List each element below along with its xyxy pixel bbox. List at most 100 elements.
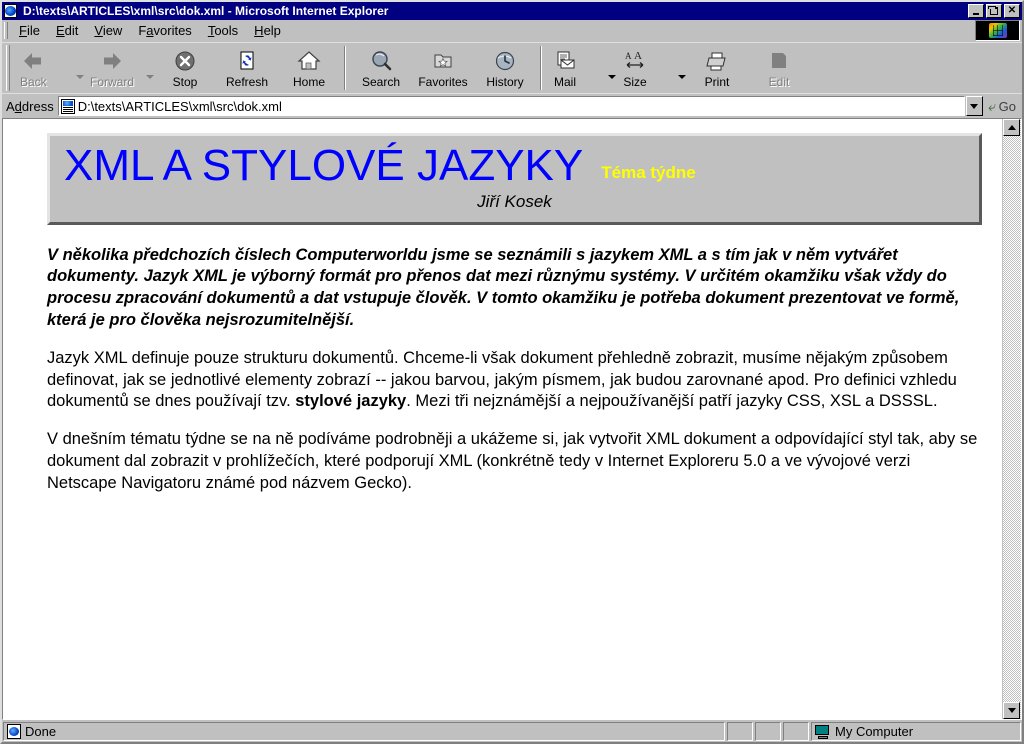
status-panel-2 [727, 722, 753, 741]
my-computer-monitor-icon [815, 724, 831, 739]
font-size-icon: A A [622, 48, 648, 74]
menu-item-file[interactable]: File [11, 21, 48, 40]
arrow-right-icon [99, 48, 125, 74]
address-input[interactable]: D:\texts\ARTICLES\xml\src\dok.xml [57, 96, 965, 116]
home-icon [296, 48, 322, 74]
history-clock-icon [492, 48, 518, 74]
menu-item-edit[interactable]: Edit [48, 21, 86, 40]
ie-document-icon[interactable] [4, 4, 20, 18]
edit-button[interactable]: Edit [748, 43, 810, 93]
mail-label: Mail [553, 75, 576, 89]
close-button[interactable]: ✕ [1004, 4, 1020, 18]
home-label: Home [292, 75, 325, 89]
history-label: History [486, 75, 524, 89]
toolbar-grip[interactable] [6, 45, 10, 91]
ie-page-icon [7, 724, 21, 739]
toolbar-separator [344, 46, 346, 90]
scroll-up-arrow-icon [1007, 125, 1016, 130]
title-bar: D:\texts\ARTICLES\xml\src\dok.xml - Micr… [2, 2, 1022, 20]
edit-label: Edit [768, 75, 790, 89]
printer-icon [704, 48, 730, 74]
print-label: Print [704, 75, 730, 89]
scroll-down-arrow-icon [1007, 708, 1016, 713]
size-label: Size [623, 75, 647, 89]
mail-menu-arrow-icon[interactable] [608, 75, 616, 79]
forward-button[interactable]: Forward [84, 43, 146, 93]
address-bar: Address D:\texts\ARTICLES\xml\src\dok.xm… [2, 93, 1022, 118]
mail-icon [552, 48, 578, 74]
stop-button[interactable]: Stop [154, 43, 216, 93]
home-button[interactable]: Home [278, 43, 340, 93]
topic-badge: Téma týdne [601, 162, 696, 182]
search-icon [368, 48, 394, 74]
edit-page-icon [766, 48, 792, 74]
banner-title-row: XML A STYLOVÉ JAZYKY Téma týdne [64, 142, 965, 190]
size-button[interactable]: A A Size [616, 43, 678, 93]
document-page: XML A STYLOVÉ JAZYKY Téma týdne Jiří Kos… [3, 119, 1002, 719]
search-button[interactable]: Search [350, 43, 412, 93]
status-message-panel: Done [3, 722, 725, 741]
author-byline: Jiří Kosek [477, 191, 552, 211]
arrow-left-icon [20, 48, 46, 74]
body-paragraph-2: Jazyk XML definuje pouze strukturu dokum… [47, 348, 982, 414]
refresh-icon [234, 48, 260, 74]
minimize-button[interactable] [968, 4, 984, 18]
favorites-button[interactable]: Favorites [412, 43, 474, 93]
mail-button[interactable]: Mail [546, 43, 608, 93]
address-dropdown-button[interactable] [965, 96, 983, 116]
menu-grip[interactable] [4, 22, 8, 39]
menu-item-favorites[interactable]: Favorites [130, 21, 199, 40]
chevron-down-icon [970, 103, 979, 109]
stop-label: Stop [172, 75, 198, 89]
svg-text:A: A [634, 50, 642, 62]
go-button[interactable]: ⤷ Go [983, 98, 1022, 115]
body-paragraph-3: V dnešním tématu týdne se na ně podíváme… [47, 430, 978, 493]
internet-explorer-logo-icon [975, 20, 1020, 41]
svg-text:A: A [625, 51, 632, 61]
scroll-up-button[interactable] [1003, 119, 1020, 136]
page-title: XML A STYLOVÉ JAZYKY [64, 141, 584, 190]
stop-icon [172, 48, 198, 74]
back-button[interactable]: Back [14, 43, 76, 93]
vertical-scrollbar[interactable] [1002, 119, 1021, 719]
browser-window: D:\texts\ARTICLES\xml\src\dok.xml - Micr… [0, 0, 1024, 744]
forward-menu-arrow-icon[interactable] [146, 75, 154, 79]
toolbar-separator-2 [540, 46, 542, 90]
favorites-label: Favorites [418, 75, 468, 89]
address-value: D:\texts\ARTICLES\xml\src\dok.xml [77, 98, 282, 114]
paragraph-2-text-after: . Mezi tři nejznámější a nejpoužívanější… [406, 392, 938, 411]
lead-paragraph: V několika předchozích číslech Computerw… [47, 245, 960, 329]
menu-item-tools[interactable]: Tools [200, 21, 246, 40]
window-controls: ✕ [968, 4, 1020, 18]
scroll-down-button[interactable] [1003, 702, 1020, 719]
menu-item-help[interactable]: Help [246, 21, 289, 40]
go-label: Go [998, 98, 1016, 114]
window-title: D:\texts\ARTICLES\xml\src\dok.xml - Micr… [23, 4, 389, 18]
size-menu-arrow-icon[interactable] [678, 75, 686, 79]
refresh-button[interactable]: Refresh [216, 43, 278, 93]
go-arrow-icon: ⤷ [987, 97, 996, 114]
paragraph-2-emphasis: stylové jazyky [295, 392, 407, 411]
history-button[interactable]: History [474, 43, 536, 93]
status-bar: Done My Computer [2, 720, 1022, 742]
refresh-label: Refresh [225, 75, 269, 89]
browser-client-area: XML A STYLOVÉ JAZYKY Téma týdne Jiří Kos… [2, 118, 1022, 720]
xml-document-icon [60, 98, 75, 114]
status-message: Done [25, 724, 57, 739]
favorites-star-folder-icon [430, 48, 456, 74]
forward-label: Forward [90, 75, 135, 89]
security-zone-label: My Computer [835, 724, 914, 739]
menu-bar: File Edit View Favorites Tools Help [2, 20, 1022, 42]
print-button[interactable]: Print [686, 43, 748, 93]
security-zone-panel[interactable]: My Computer [811, 722, 1021, 741]
status-panel-4 [783, 722, 809, 741]
main-toolbar: Back Forward Stop Refresh Home Search Fa… [2, 42, 1022, 93]
restore-button[interactable] [986, 4, 1002, 18]
status-panel-3 [755, 722, 781, 741]
back-menu-arrow-icon[interactable] [76, 75, 84, 79]
search-label: Search [361, 75, 401, 89]
address-label: Address [6, 98, 54, 114]
menu-item-view[interactable]: View [86, 21, 130, 40]
document-header-banner: XML A STYLOVÉ JAZYKY Téma týdne Jiří Kos… [47, 133, 982, 225]
back-label: Back [20, 75, 47, 89]
